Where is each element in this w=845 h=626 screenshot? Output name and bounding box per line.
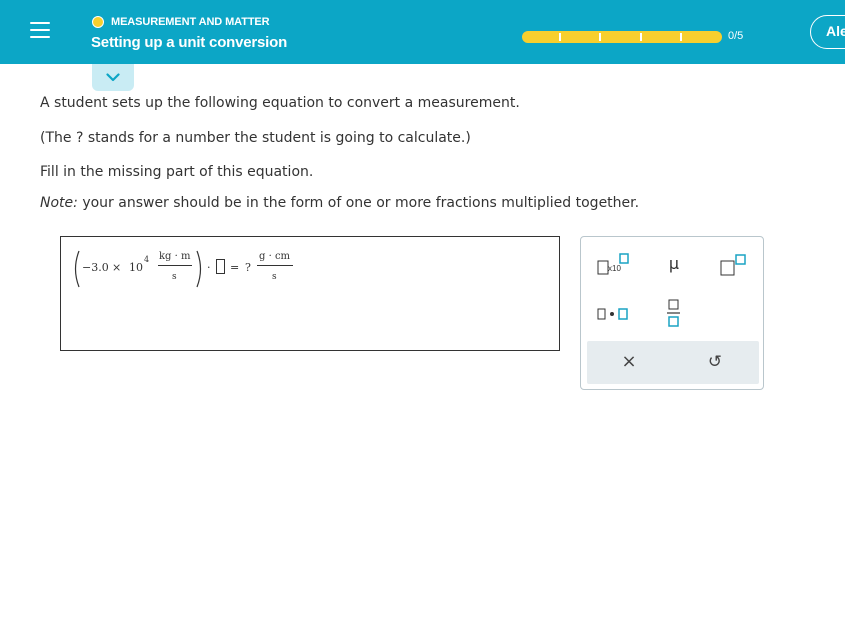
lhs-fraction-bar <box>158 265 192 266</box>
progress-count: 0/5 <box>728 30 744 42</box>
page-title: Setting up a unit conversion <box>91 34 288 51</box>
topic-status-dot <box>92 16 104 28</box>
scientific-notation-key[interactable]: x10 <box>595 253 631 277</box>
note-label: Note: <box>40 195 78 211</box>
fraction-icon <box>667 299 680 327</box>
superscript-key[interactable] <box>719 253 749 277</box>
topic-row: MEASUREMENT AND MATTER <box>92 15 270 29</box>
account-button[interactable]: Ale <box>810 15 845 49</box>
rhs-denominator: s <box>272 272 277 282</box>
multiply-dot-icon <box>597 308 628 320</box>
multiply-dot: · <box>207 261 211 274</box>
note-text: your answer should be in the form of one… <box>82 195 640 211</box>
missing-term-input[interactable] <box>216 259 225 274</box>
menu-icon[interactable] <box>30 22 50 42</box>
progress-segment <box>644 33 682 41</box>
multiply-dot-key[interactable] <box>595 305 635 323</box>
times-sign: × <box>112 261 122 274</box>
chevron-down-icon <box>106 73 120 82</box>
collapse-header-button[interactable] <box>92 64 134 91</box>
power-base: 10 <box>129 261 143 274</box>
left-paren-icon <box>74 250 80 288</box>
prompt-line-3: Fill in the missing part of this equatio… <box>40 164 314 180</box>
topic-label: MEASUREMENT AND MATTER <box>111 16 270 28</box>
prompt-line-1: A student sets up the following equation… <box>40 95 520 111</box>
clear-button[interactable]: × <box>617 350 641 374</box>
math-keypad: x10 μ × ↺ <box>580 236 764 390</box>
prompt-note: Note: your answer should be in the form … <box>40 195 639 211</box>
superscript-icon <box>720 254 746 276</box>
keypad-action-row: × ↺ <box>587 341 759 384</box>
progress-segment <box>564 33 602 41</box>
undo-button[interactable]: ↺ <box>703 350 727 374</box>
rhs-numerator: g · cm <box>259 251 291 262</box>
progress-segment <box>604 33 642 41</box>
answer-input-area[interactable]: −3.0 × 10 4 kg · m s · = ? g · cm s <box>60 236 560 351</box>
equals-sign: = <box>230 261 240 274</box>
progress-segment <box>684 33 720 41</box>
progress-segment <box>524 33 562 41</box>
lhs-numerator: kg · m <box>159 251 191 262</box>
lhs-denominator: s <box>172 272 177 282</box>
progress-bar <box>522 31 722 43</box>
micro-prefix-key[interactable]: μ <box>665 254 683 276</box>
rhs-fraction-bar <box>257 265 293 266</box>
coefficient: −3.0 <box>82 261 109 274</box>
power-exponent: 4 <box>144 255 150 264</box>
fraction-key[interactable] <box>667 299 681 327</box>
right-paren-icon <box>196 250 202 288</box>
prompt-line-2: (The ? stands for a number the student i… <box>40 130 471 146</box>
top-bar: MEASUREMENT AND MATTER Setting up a unit… <box>0 0 845 64</box>
unknown-value: ? <box>245 261 251 274</box>
sci-key-label: x10 <box>608 264 621 273</box>
